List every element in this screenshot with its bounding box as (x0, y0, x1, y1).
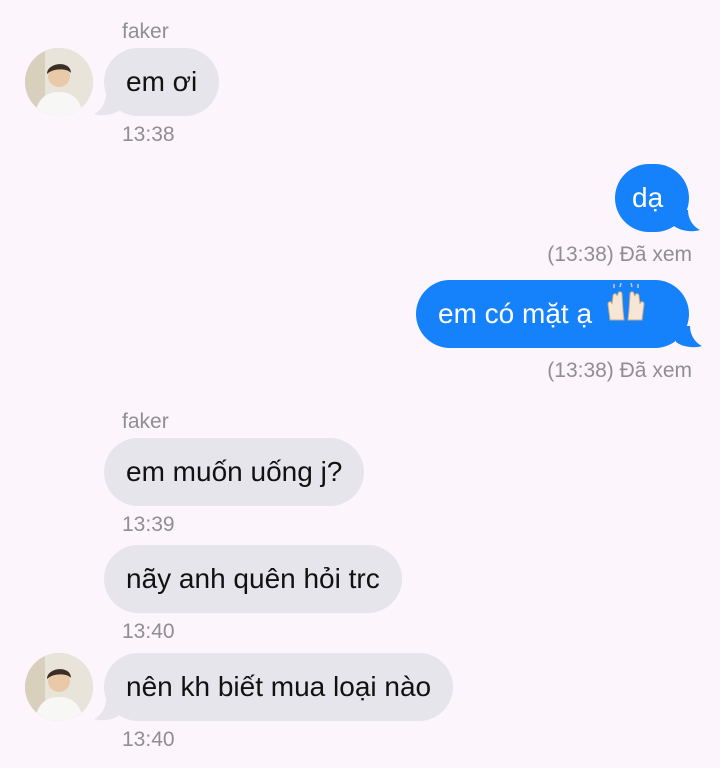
incoming-message-bubble[interactable]: em muốn uống j? (104, 438, 365, 506)
raising-hands-icon (604, 279, 648, 347)
incoming-message-bubble[interactable]: em ơi (104, 48, 220, 116)
outgoing-message-bubble[interactable]: em có mặt ạ (416, 280, 689, 348)
avatar-photo-icon (25, 48, 93, 116)
incoming-message-bubble[interactable]: nãy anh quên hỏi trc (104, 545, 402, 613)
avatar-photo-icon (25, 653, 93, 721)
message-timestamp: 13:38 (122, 123, 175, 146)
sender-name: faker (122, 410, 169, 433)
incoming-message-bubble[interactable]: nên kh biết mua loại nào (104, 653, 454, 721)
avatar[interactable] (25, 48, 93, 116)
message-text: em có mặt ạ (438, 298, 593, 329)
message-timestamp: 13:39 (122, 513, 175, 536)
message-timestamp: 13:40 (122, 620, 175, 643)
avatar[interactable] (25, 653, 93, 721)
outgoing-message-bubble[interactable]: dạ (615, 164, 689, 232)
sender-name: faker (122, 20, 169, 43)
read-receipt: (13:38) Đã xem (547, 359, 692, 382)
message-timestamp: 13:40 (122, 728, 175, 751)
chat-thread: faker em ơi 13:38 dạ (13:38) Đã xem em c… (0, 0, 720, 768)
read-receipt: (13:38) Đã xem (547, 243, 692, 266)
